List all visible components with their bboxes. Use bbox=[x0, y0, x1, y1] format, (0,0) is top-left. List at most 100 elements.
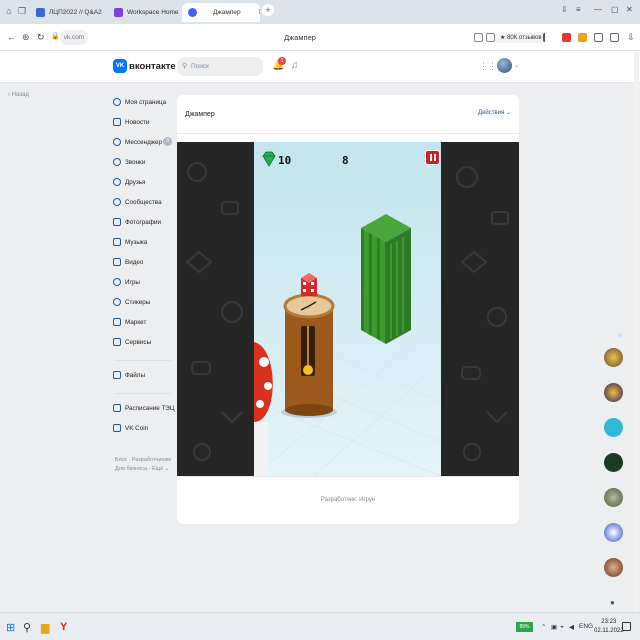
download-icon[interactable]: ⇩ bbox=[627, 32, 635, 43]
menu-label: Новости bbox=[125, 118, 150, 126]
menu-icon[interactable]: ≡ bbox=[576, 5, 581, 14]
game-canvas[interactable]: 10 8 bbox=[177, 142, 519, 476]
search-icon[interactable]: ⚲ bbox=[23, 621, 31, 634]
video-icon bbox=[113, 258, 121, 266]
footer-link-row[interactable]: Блог · Разработчикам bbox=[115, 456, 175, 465]
apps-grid-icon[interactable]: ⋮⋮ bbox=[479, 61, 497, 72]
extension-icon[interactable] bbox=[610, 33, 619, 42]
menu-label: Стикеры bbox=[125, 298, 151, 306]
volume-icon[interactable]: ◀ bbox=[569, 623, 574, 631]
notification-badge: 1 bbox=[278, 57, 286, 65]
footer-links: Блог · Разработчикам Для бизнеса · Ещё ⌄ bbox=[115, 456, 175, 474]
avatar[interactable] bbox=[604, 418, 623, 437]
back-link[interactable]: ‹ Назад bbox=[8, 92, 29, 98]
menu-item-messenger[interactable]: Мессенджер 3 bbox=[113, 136, 172, 148]
extension-icon[interactable] bbox=[594, 33, 603, 42]
tab-favicon-icon bbox=[188, 8, 197, 17]
close-window-icon[interactable]: ✕ bbox=[626, 5, 633, 14]
menu-item-files[interactable]: Файлы bbox=[113, 369, 145, 381]
developer-credit[interactable]: Разработчик: Игрун bbox=[177, 497, 519, 503]
extension-icon[interactable] bbox=[578, 33, 587, 42]
avatar[interactable] bbox=[604, 383, 623, 402]
menu-item-news[interactable]: Новости bbox=[113, 116, 149, 128]
back-label: Назад bbox=[11, 92, 29, 98]
avatar[interactable] bbox=[604, 523, 623, 542]
menu-item-communities[interactable]: Сообщества bbox=[113, 196, 162, 208]
menu-item-vk-coin[interactable]: VK Coin bbox=[113, 422, 148, 434]
new-tab-icon[interactable]: + bbox=[262, 4, 274, 16]
wifi-icon[interactable]: ◒ bbox=[560, 623, 564, 630]
reviews-badge[interactable]: ★ 80К отзывов bbox=[496, 32, 546, 43]
actions-dropdown[interactable]: Действия ⌄ bbox=[478, 109, 511, 116]
menu-item-calls[interactable]: Звонки bbox=[113, 156, 145, 168]
maximize-icon[interactable]: ▢ bbox=[611, 5, 619, 14]
menu-item-friends[interactable]: Друзья bbox=[113, 176, 145, 188]
window-menu-icon[interactable]: ⌂ bbox=[3, 5, 15, 17]
vk-logo-icon[interactable]: VK bbox=[113, 59, 127, 73]
yandex-browser-icon[interactable]: Y bbox=[60, 621, 67, 633]
language-indicator[interactable]: ENG bbox=[579, 623, 593, 630]
footer-link-row[interactable]: Для бизнеса · Ещё ⌄ bbox=[115, 465, 175, 474]
menu-item-services[interactable]: Сервисы bbox=[113, 336, 151, 348]
gem-counter: 10 bbox=[278, 154, 292, 167]
card-divider bbox=[177, 133, 519, 134]
bag-icon bbox=[113, 318, 121, 326]
vk-brand[interactable]: вконтакте bbox=[129, 61, 176, 72]
menu-item-my-page[interactable]: Моя страница bbox=[113, 96, 166, 108]
avatar[interactable] bbox=[604, 558, 623, 577]
menu-label: Видео bbox=[125, 258, 144, 266]
menu-divider bbox=[115, 393, 171, 394]
menu-item-schedule[interactable]: Расписание ТЭЦ bbox=[113, 402, 175, 414]
bookmark-icon[interactable] bbox=[543, 33, 552, 42]
menu-label: Музыка bbox=[125, 238, 148, 246]
menu-label: Звонки bbox=[125, 158, 146, 166]
clock[interactable]: 23:23 02.11.2022 bbox=[594, 618, 624, 636]
reader-icon[interactable] bbox=[474, 33, 483, 42]
avatar[interactable] bbox=[604, 348, 623, 367]
file-icon bbox=[113, 371, 121, 379]
downloads-icon[interactable]: ⇩ bbox=[561, 5, 568, 14]
search-placeholder: Поиск bbox=[191, 63, 210, 70]
avatar[interactable] bbox=[497, 58, 512, 73]
sticker-icon bbox=[113, 298, 121, 306]
menu-item-photos[interactable]: Фотографии bbox=[113, 216, 161, 228]
gem-icon bbox=[262, 151, 276, 167]
avatar[interactable] bbox=[604, 488, 623, 507]
tab-lcp2022[interactable]: ЛЦП2022 // Q&A2 bbox=[30, 3, 106, 22]
menu-item-games[interactable]: Игры bbox=[113, 276, 140, 288]
search-input[interactable]: ⚲ Поиск bbox=[177, 57, 263, 76]
app-icon bbox=[113, 404, 121, 412]
tab-favicon-icon bbox=[114, 8, 123, 17]
folder-icon[interactable]: ▆ bbox=[41, 621, 49, 634]
music-icon[interactable]: ♫ bbox=[291, 60, 299, 71]
menu-item-market[interactable]: Маркет bbox=[113, 316, 146, 328]
menu-item-video[interactable]: Видео bbox=[113, 256, 143, 268]
start-icon[interactable]: ⊞ bbox=[6, 621, 15, 634]
page-scrollbar[interactable] bbox=[634, 52, 639, 612]
share-icon[interactable] bbox=[486, 33, 495, 42]
pause-button[interactable] bbox=[425, 150, 440, 165]
messenger-badge: 3 bbox=[163, 137, 172, 146]
tab-favicon-icon bbox=[36, 8, 45, 17]
menu-label: Расписание ТЭЦ bbox=[125, 404, 175, 412]
notifications-icon[interactable] bbox=[622, 622, 631, 631]
battery-indicator[interactable]: 89% bbox=[516, 622, 533, 632]
chevron-down-icon[interactable]: ⌄ bbox=[514, 62, 519, 69]
taskbar: ⊞ ⚲ ▆ Y 89% ⌃ ▣ ◒ ◀ ENG 23:23 02.11.2022 bbox=[0, 612, 640, 640]
avatar[interactable] bbox=[604, 453, 623, 472]
menu-item-music[interactable]: Музыка bbox=[113, 236, 147, 248]
minimize-icon[interactable]: — bbox=[594, 5, 602, 14]
menu-item-stickers[interactable]: Стикеры bbox=[113, 296, 150, 308]
tray-icon[interactable]: ▣ bbox=[551, 623, 557, 631]
menu-label: Сообщества bbox=[125, 198, 162, 206]
chevron-up-icon[interactable]: ⌃ bbox=[541, 623, 546, 631]
tab-dzhamper[interactable]: Джампер ʬ × bbox=[182, 3, 260, 22]
clock-stump-platform bbox=[281, 273, 337, 418]
pin-icon[interactable]: ● bbox=[610, 598, 615, 607]
extension-icon[interactable] bbox=[562, 33, 571, 42]
tab-sound-icon[interactable]: ʬ bbox=[259, 9, 260, 16]
tab-list-icon[interactable]: ❐ bbox=[16, 5, 28, 17]
menu-label: Друзья bbox=[125, 178, 146, 186]
collapse-rail-icon[interactable]: « bbox=[618, 332, 622, 339]
tab-workspace-home[interactable]: Workspace Home bbox=[108, 3, 180, 22]
